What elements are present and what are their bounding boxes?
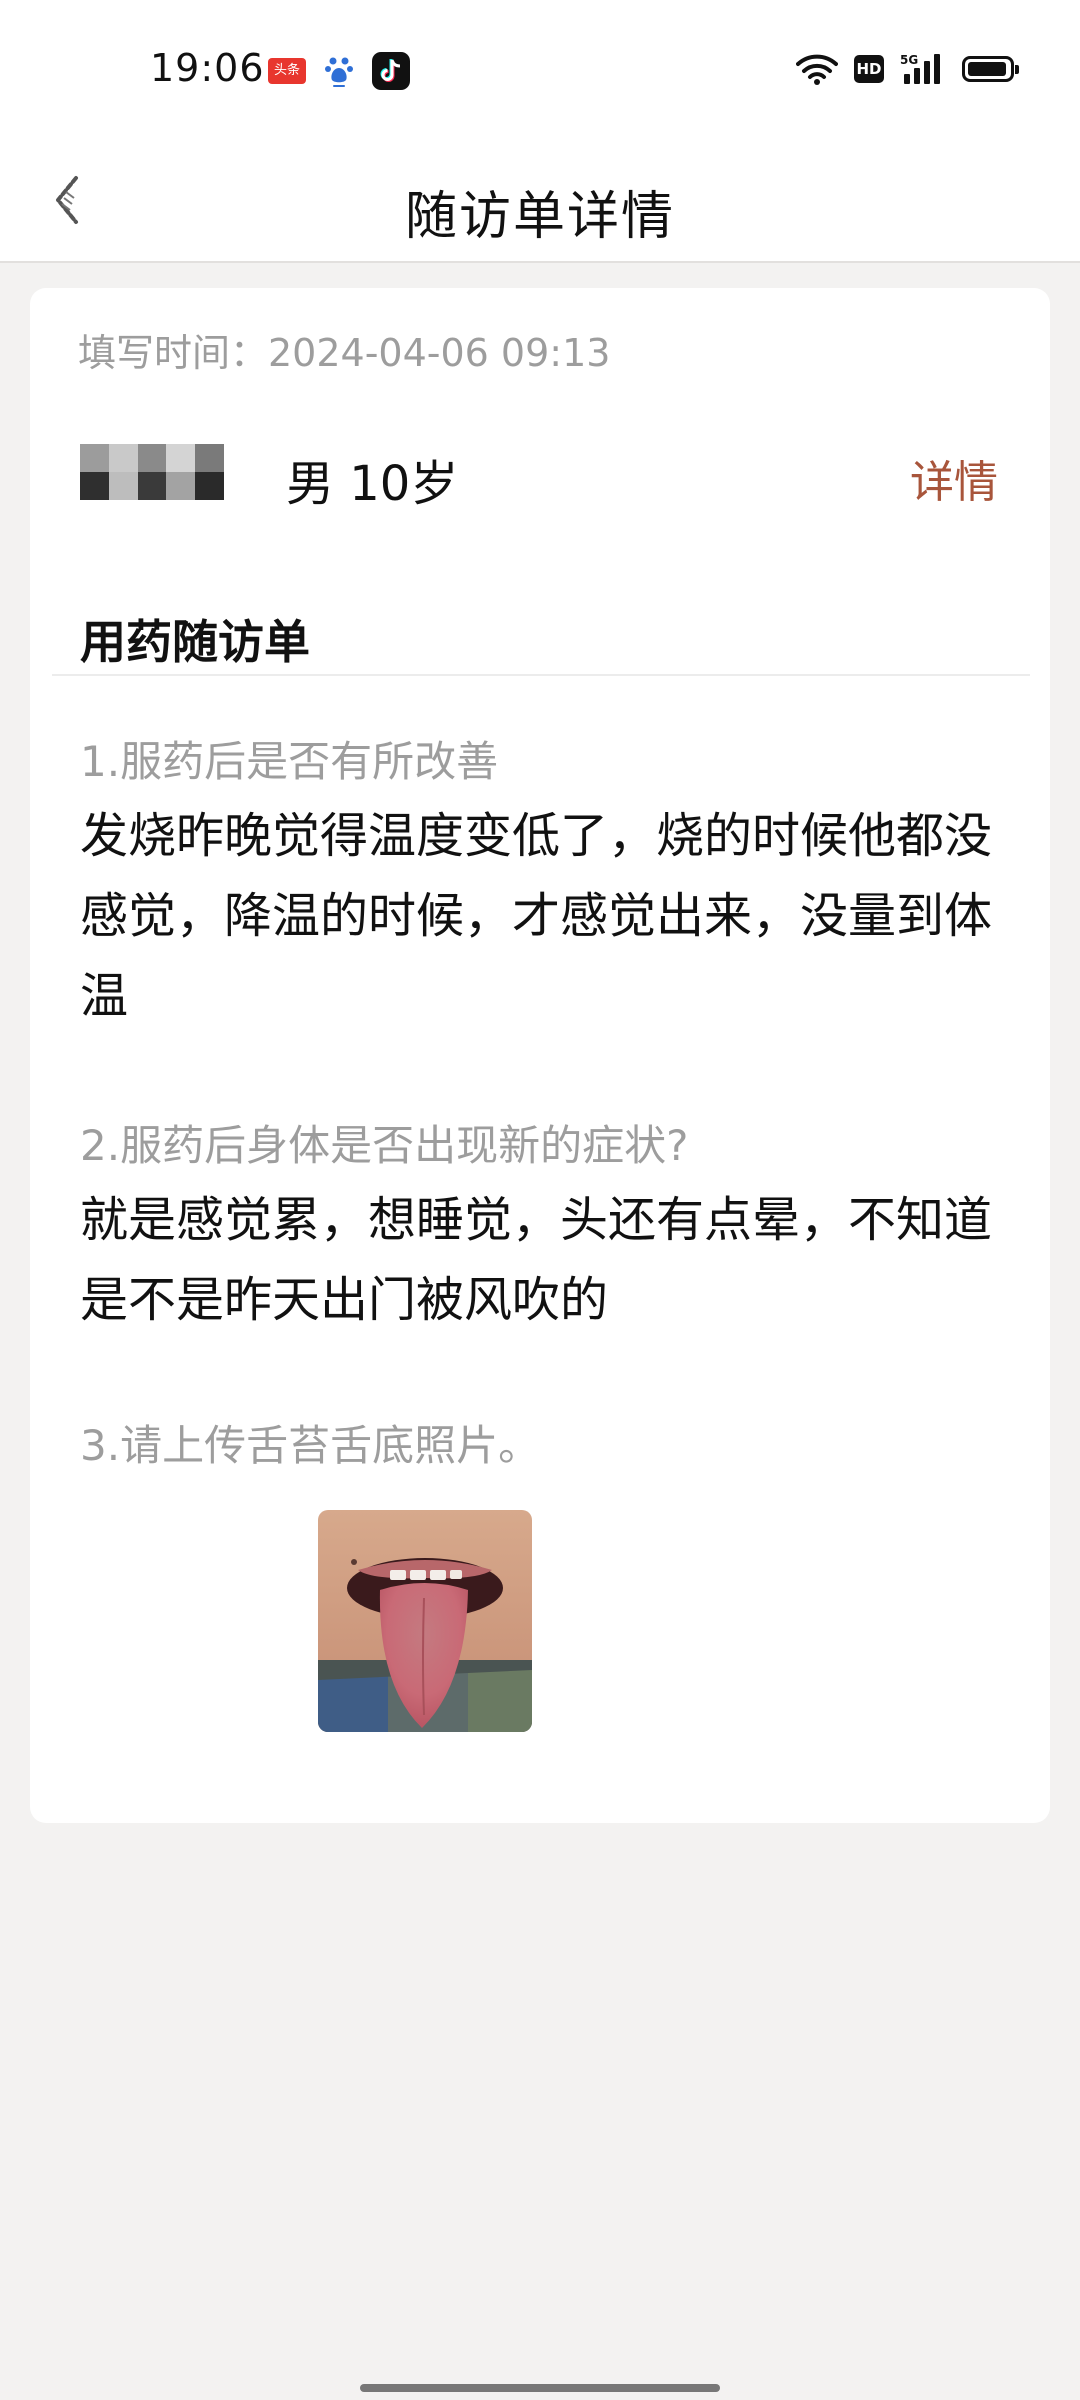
douyin-icon (372, 52, 410, 90)
status-app-icons: 头条 (268, 52, 410, 90)
status-indicators: HD 5G (796, 52, 1019, 86)
status-time: 19:06 (150, 46, 265, 90)
toutiao-icon: 头条 (268, 58, 306, 84)
followup-card: 填写时间：2024-04-06 09:13 男 10岁 详情 用药随访单 1.服… (30, 288, 1050, 1823)
wifi-icon (796, 54, 838, 85)
status-bar: 19:06 头条 HD 5G (0, 0, 1080, 140)
question-2: 2.服药后身体是否出现新的症状? (80, 1121, 689, 1170)
battery-icon (962, 56, 1019, 82)
5g-signal-icon: 5G (900, 53, 940, 84)
svg-text:5G: 5G (900, 53, 918, 67)
home-indicator[interactable] (360, 2384, 720, 2392)
app-header: 随访单详情 (0, 140, 1080, 261)
header-divider (0, 261, 1080, 263)
row-divider (52, 674, 1030, 676)
question-3: 3.请上传舌苔舌底照片。 (80, 1421, 541, 1470)
avatar-pixelated (80, 444, 224, 500)
hd-icon: HD (854, 55, 884, 83)
patient-info: 男 10岁 (286, 456, 459, 512)
page-title: 随访单详情 (404, 187, 675, 247)
baidu-icon (325, 57, 353, 87)
form-title: 用药随访单 (80, 615, 310, 669)
detail-link[interactable]: 详情 (910, 446, 998, 510)
tongue-photo[interactable] (318, 1510, 532, 1732)
answer-2: 就是感觉累，想睡觉，头还有点晕，不知道是不是昨天出门被风吹的 (80, 1192, 993, 1328)
patient-row: 男 10岁 详情 (30, 406, 1050, 676)
fill-time: 填写时间：2024-04-06 09:13 (78, 331, 611, 375)
answer-1: 发烧昨晚觉得温度变低了，烧的时候他都没感觉，降温的时候，才感觉出来，没量到体温 (80, 808, 993, 1024)
question-1: 1.服药后是否有所改善 (80, 737, 499, 786)
